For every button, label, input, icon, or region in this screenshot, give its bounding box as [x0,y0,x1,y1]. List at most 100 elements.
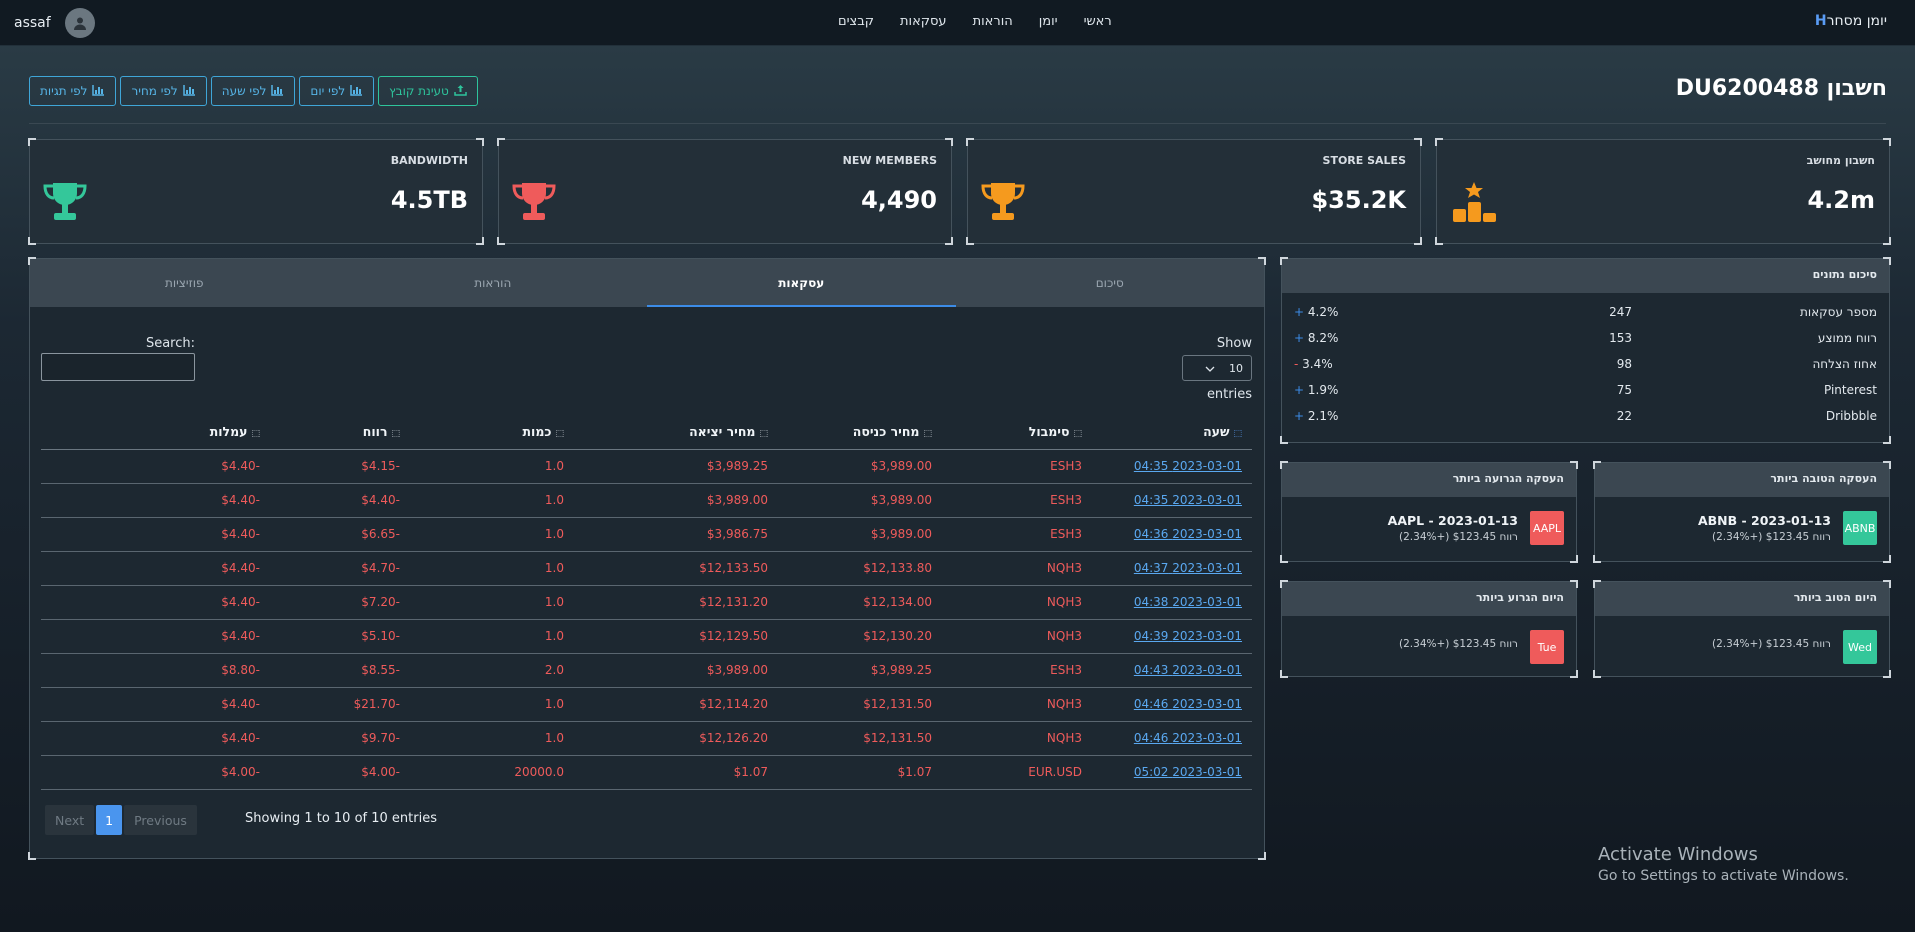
trade-time-link[interactable]: 2023-03-01 04:39 [1134,629,1242,643]
col-exit-price[interactable]: ⬚מחיר יציאה [574,414,778,450]
trade-time-link[interactable]: 2023-03-01 04:46 [1134,731,1242,745]
nav-orders[interactable]: הוראות [973,14,1013,29]
col-time[interactable]: ⬚שעה [1092,414,1252,450]
upload-file-button[interactable]: טעינת קובץ [378,76,478,106]
nav-trades[interactable]: עסקאות [900,14,947,29]
cell-profit: -$9.70 [270,721,410,756]
sort-icon: ⬚ [391,428,400,439]
next-button[interactable]: Next [45,805,95,835]
col-entry-price[interactable]: ⬚מחיר כניסה [778,414,942,450]
avatar-icon[interactable] [64,8,95,38]
cell-profit: -$4.15 [270,449,410,484]
tab-bar: סיכום עסקאות הוראות פוזיציות [30,259,1264,307]
col-profit[interactable]: ⬚רווח [270,414,410,450]
col-symbol[interactable]: ⬚סימבול [942,414,1092,450]
best-trade-line2: רווח $123.45 (+2.34%) [1712,531,1831,543]
user-menu[interactable]: assaf [14,8,95,38]
summary-sign: + [1294,305,1305,319]
trade-time-link[interactable]: 2023-03-01 04:35 [1134,493,1242,507]
cell-entry: $3,989.00 [778,483,942,518]
tab-orders[interactable]: הוראות [339,259,648,307]
trade-time-link[interactable]: 2023-03-01 04:36 [1134,527,1242,541]
cell-entry: $1.07 [778,755,942,790]
summary-pct: 3.4% [1302,357,1333,371]
cell-qty: 1.0 [410,585,574,620]
summary-sign: + [1294,383,1305,397]
summary-value: 75 [1616,383,1632,397]
trade-time-link[interactable]: 2023-03-01 04:35 [1134,459,1242,473]
by-hour-button[interactable]: לפי שעה [210,76,296,106]
page-1-button[interactable]: 1 [96,805,123,835]
by-price-button[interactable]: לפי מחיר [120,76,207,106]
col-fees[interactable]: ⬚עמלות [41,414,270,450]
by-tags-button[interactable]: לפי תגיות [29,76,117,106]
col-label: עמלות [209,423,248,439]
cell-time[interactable]: 2023-03-01 04:43 [1092,653,1252,688]
cell-profit: -$4.40 [270,483,410,518]
cell-symbol: NQH3 [942,585,1092,620]
summary-change: 4.2% + [1294,305,1352,319]
cell-fees: -$4.40 [41,551,270,586]
sort-icon: ⬚ [1233,428,1242,439]
by-day-button[interactable]: לפי יום [299,76,375,106]
best-trade-line1: ABNB - 2023-01-13 [1697,513,1831,528]
cell-time[interactable]: 2023-03-01 04:46 [1092,687,1252,722]
brand[interactable]: Hיומן מסחר [1809,13,1887,29]
summary-pct: 8.2% [1307,331,1339,345]
summary-name: רווח ממוצע [1817,331,1877,345]
pagination-info: Showing 1 to 10 of 10 entries [245,811,437,826]
tab-summary[interactable]: סיכום [956,259,1265,307]
tab-positions[interactable]: פוזיציות [30,259,339,307]
tab-trades[interactable]: עסקאות [647,259,956,307]
search-input[interactable] [41,353,195,381]
cell-time[interactable]: 2023-03-01 05:02 [1092,755,1252,790]
kpi-label: BANDWIDTH [390,154,468,167]
cell-profit: -$6.65 [270,517,410,552]
nav-journal[interactable]: יומן [1039,14,1058,29]
cell-time[interactable]: 2023-03-01 04:39 [1092,619,1252,654]
col-label: כמות [522,423,552,439]
trade-time-link[interactable]: 2023-03-01 04:38 [1134,595,1242,609]
entries-select[interactable]: 10 [1182,355,1252,381]
summary-value: 98 [1616,357,1632,371]
cell-entry: $12,131.50 [778,687,942,722]
by-day-label: לפי יום [310,84,346,98]
trade-time-link[interactable]: 2023-03-01 04:43 [1134,663,1242,677]
summary-card: סיכום נתונים מספר עסקאות 247 4.2% + רווח ממ… [1280,257,1891,444]
cell-exit: $3,986.75 [574,517,778,552]
col-quantity[interactable]: ⬚כמות [410,414,574,450]
summary-name: Dribbble [1825,409,1877,423]
worst-trade-line2: רווח $123.45 (+2.34%) [1399,531,1518,543]
windows-activation-watermark: Activate Windows Go to Settings to activ… [1598,844,1849,884]
worst-trade-line1: AAPL - 2023-01-13 [1387,513,1518,528]
sort-icon: ⬚ [759,428,768,439]
summary-change: 1.9% + [1294,383,1352,397]
cell-fees: -$4.40 [41,687,270,722]
cell-time[interactable]: 2023-03-01 04:36 [1092,517,1252,552]
trophy-icon [511,180,557,228]
cell-time[interactable]: 2023-03-01 04:37 [1092,551,1252,586]
best-day-line2: רווח $123.45 (+2.34%) [1712,638,1831,650]
cell-symbol: ESH3 [942,517,1092,552]
table-row: 2023-03-01 04:35 ESH3 $3,989.00 $3,989.25 1.… [41,449,1252,484]
cell-time[interactable]: 2023-03-01 04:35 [1092,483,1252,518]
by-tags-label: לפי תגיות [40,84,88,98]
nav-home[interactable]: ראשי [1084,14,1112,29]
pagination: Next 1 Previous [45,805,197,835]
cell-exit: $12,131.20 [574,585,778,620]
worst-day-badge: Tue [1530,630,1564,664]
trade-time-link[interactable]: 2023-03-01 04:46 [1134,697,1242,711]
trade-time-link[interactable]: 2023-03-01 05:02 [1134,765,1242,779]
worst-day-card: היום הגרוע ביותר Tue רווח $123.45 (+2.34… [1280,580,1578,678]
trade-time-link[interactable]: 2023-03-01 04:37 [1134,561,1242,575]
page-title: חשבון DU6200488 [1675,76,1887,101]
cell-time[interactable]: 2023-03-01 04:35 [1092,449,1252,484]
col-label: סימבול [1028,423,1070,439]
cell-symbol: NQH3 [942,687,1092,722]
trades-panel: סיכום עסקאות הוראות פוזיציות Show 10 ent… [28,257,1266,860]
cell-time[interactable]: 2023-03-01 04:38 [1092,585,1252,620]
previous-button[interactable]: Previous [124,805,197,835]
nav-files[interactable]: קבצים [838,14,874,29]
cell-time[interactable]: 2023-03-01 04:46 [1092,721,1252,756]
cell-fees: -$4.40 [41,517,270,552]
